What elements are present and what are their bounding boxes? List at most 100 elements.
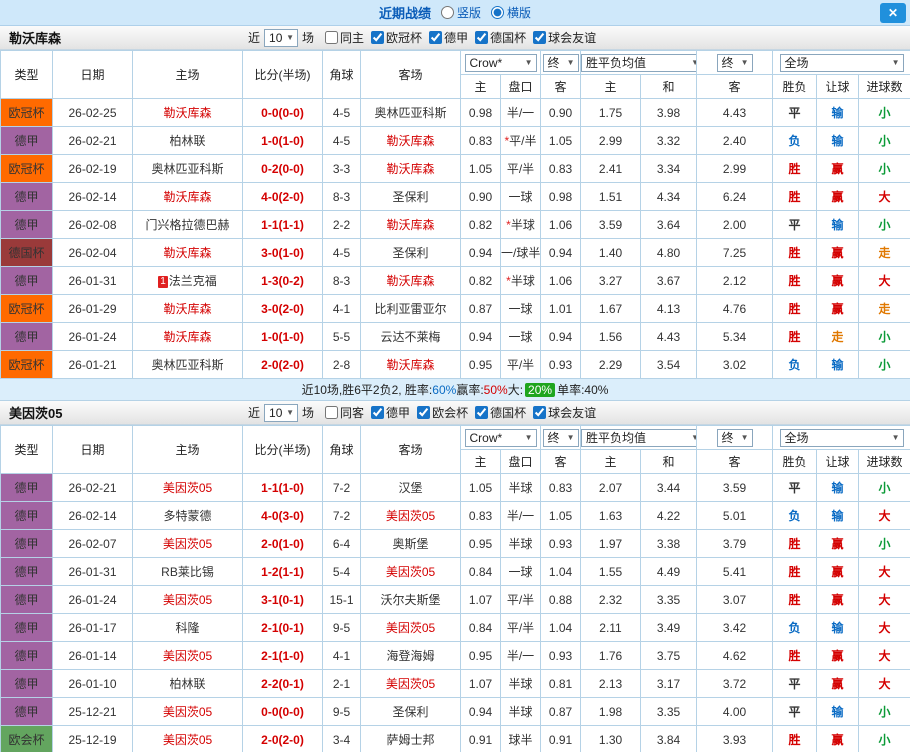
- checkbox[interactable]: [417, 406, 430, 419]
- league-filter-checkbox[interactable]: 球会友谊: [533, 404, 596, 421]
- result-wdl: 负: [773, 351, 817, 379]
- final-avg-select[interactable]: 终 ▼: [717, 429, 753, 447]
- checkbox[interactable]: [325, 31, 338, 44]
- result-handicap: 输: [817, 502, 859, 530]
- match-row: 德甲26-01-311法兰克福1-3(0-2)8-3勒沃库森0.82*半球1.0…: [1, 267, 910, 295]
- corner-score: 4-5: [323, 99, 361, 127]
- league-type-badge: 德甲: [1, 267, 53, 295]
- handicap-line: 平/半: [501, 586, 541, 614]
- match-count-select[interactable]: 10 ▼: [264, 29, 298, 47]
- league-filter-checkbox[interactable]: 德国杯: [475, 404, 526, 421]
- home-team: 科隆: [133, 614, 243, 642]
- layout-option-vertical[interactable]: 竖版: [441, 4, 481, 21]
- result-wdl: 胜: [773, 267, 817, 295]
- result-goals: 小: [859, 127, 910, 155]
- avg-away-odds: 4.00: [697, 698, 773, 726]
- match-score: 0-0(0-0): [243, 99, 323, 127]
- checkbox[interactable]: [475, 406, 488, 419]
- checkbox-label: 德甲: [444, 29, 468, 46]
- match-date: 26-02-14: [53, 183, 133, 211]
- odds-away: 0.94: [541, 239, 581, 267]
- avg-home-odds: 2.32: [581, 586, 641, 614]
- league-filter-checkbox[interactable]: 德甲: [371, 404, 410, 421]
- league-filter-checkbox[interactable]: 德甲: [429, 29, 468, 46]
- checkbox[interactable]: [371, 406, 384, 419]
- near-label: 近: [248, 404, 260, 421]
- avg-home-odds: 2.99: [581, 127, 641, 155]
- avg-draw-odds: 3.44: [641, 474, 697, 502]
- checkbox[interactable]: [429, 31, 442, 44]
- avg-draw-odds: 4.80: [641, 239, 697, 267]
- result-goals: 大: [859, 586, 910, 614]
- scope-select[interactable]: 全场 ▼: [780, 54, 904, 72]
- avg-home-odds: 1.75: [581, 99, 641, 127]
- away-team: 美因茨05: [361, 558, 461, 586]
- topbar: 近期战绩 竖版 横版 ✕: [0, 0, 910, 26]
- home-team: 奥林匹亚科斯: [133, 155, 243, 183]
- corner-score: 9-5: [323, 698, 361, 726]
- checkbox[interactable]: [325, 406, 338, 419]
- col-avg-draw: 和: [641, 450, 697, 474]
- avg-home-odds: 1.98: [581, 698, 641, 726]
- corner-score: 3-3: [323, 155, 361, 183]
- odds-company-select[interactable]: Crow* ▼: [465, 429, 537, 447]
- result-goals: 大: [859, 670, 910, 698]
- avg-draw-odds: 3.34: [641, 155, 697, 183]
- final-odds-select[interactable]: 终 ▼: [543, 54, 579, 72]
- league-filter-checkbox[interactable]: 欧冠杯: [371, 29, 422, 46]
- league-filter-checkbox[interactable]: 同客: [325, 404, 364, 421]
- vertical-layout-radio[interactable]: [441, 6, 454, 19]
- recent-results-panel: 近期战绩 竖版 横版 ✕ 勒沃库森 近 10 ▼ 场 同主欧冠杯德甲德国杯球会友…: [0, 0, 910, 752]
- odds-company-select[interactable]: Crow* ▼: [465, 54, 537, 72]
- avg-draw-odds: 3.54: [641, 351, 697, 379]
- avg-home-odds: 2.11: [581, 614, 641, 642]
- avg-away-odds: 3.42: [697, 614, 773, 642]
- scope-select[interactable]: 全场 ▼: [780, 429, 904, 447]
- final-avg-select[interactable]: 终 ▼: [717, 54, 753, 72]
- team-name: 勒沃库森: [0, 28, 70, 47]
- avg-draw-odds: 4.13: [641, 295, 697, 323]
- summary-text: 近10场,胜6平2负2, 胜率:: [302, 381, 433, 398]
- result-handicap: 输: [817, 614, 859, 642]
- result-wdl: 胜: [773, 323, 817, 351]
- avg-odds-select[interactable]: 胜平负均值 ▼: [581, 54, 697, 72]
- page-title: 近期战绩: [379, 3, 431, 22]
- result-wdl: 胜: [773, 726, 817, 752]
- handicap-line: 一球: [501, 323, 541, 351]
- league-filter-checkbox[interactable]: 欧会杯: [417, 404, 468, 421]
- horizontal-layout-radio[interactable]: [491, 6, 504, 19]
- corner-score: 8-3: [323, 267, 361, 295]
- layout-option-horizontal[interactable]: 横版: [491, 4, 531, 21]
- away-team: 美因茨05: [361, 670, 461, 698]
- checkbox-label: 欧冠杯: [386, 29, 422, 46]
- match-score: 1-1(1-0): [243, 474, 323, 502]
- handicap-line: *半球: [501, 211, 541, 239]
- checkbox[interactable]: [533, 31, 546, 44]
- avg-away-odds: 5.01: [697, 502, 773, 530]
- odds-home: 1.07: [461, 586, 501, 614]
- section-header-bar: 美因茨05 近 10 ▼ 场 同客德甲欧会杯德国杯球会友谊: [0, 401, 910, 425]
- league-filter-checkbox[interactable]: 球会友谊: [533, 29, 596, 46]
- checkbox[interactable]: [475, 31, 488, 44]
- final-odds-value: 终: [548, 54, 560, 71]
- result-handicap: 赢: [817, 558, 859, 586]
- result-handicap: 赢: [817, 670, 859, 698]
- history-table: 类型 日期 主场 比分(半场) 角球 客场 Crow* ▼ 终 ▼: [0, 425, 910, 752]
- avg-away-odds: 3.59: [697, 474, 773, 502]
- avg-away-odds: 4.43: [697, 99, 773, 127]
- avg-odds-select[interactable]: 胜平负均值 ▼: [581, 429, 697, 447]
- match-score: 2-1(0-1): [243, 614, 323, 642]
- close-button[interactable]: ✕: [880, 3, 906, 23]
- chevron-down-icon: ▼: [286, 33, 294, 42]
- checkbox[interactable]: [533, 406, 546, 419]
- result-goals: 小: [859, 211, 910, 239]
- league-filter-checkbox[interactable]: 德国杯: [475, 29, 526, 46]
- match-count-select[interactable]: 10 ▼: [264, 404, 298, 422]
- avg-home-odds: 3.27: [581, 267, 641, 295]
- league-type-badge: 德甲: [1, 323, 53, 351]
- checkbox[interactable]: [371, 31, 384, 44]
- result-handicap: 输: [817, 127, 859, 155]
- match-date: 26-02-14: [53, 502, 133, 530]
- final-odds-select[interactable]: 终 ▼: [543, 429, 579, 447]
- league-filter-checkbox[interactable]: 同主: [325, 29, 364, 46]
